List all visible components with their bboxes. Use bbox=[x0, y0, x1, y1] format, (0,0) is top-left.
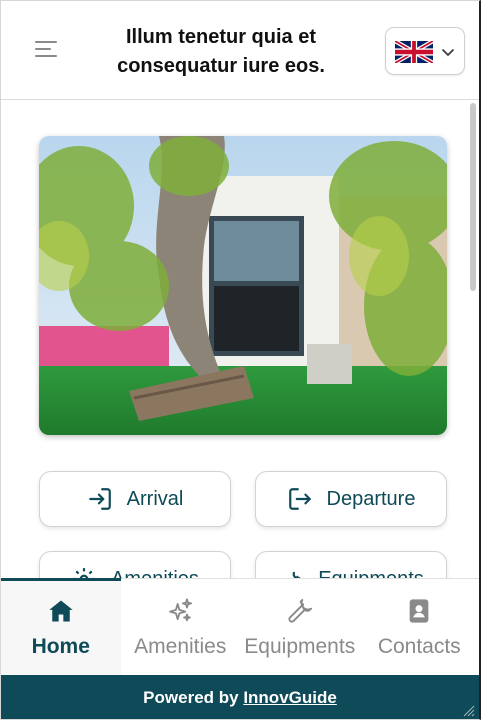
contact-book-icon bbox=[409, 599, 429, 623]
tab-home[interactable]: Home bbox=[1, 578, 121, 675]
tab-home-label: Home bbox=[31, 635, 90, 658]
resize-grip-icon bbox=[463, 705, 475, 717]
tab-equipments-label: Equipments bbox=[244, 635, 356, 658]
menu-icon[interactable] bbox=[35, 41, 59, 59]
property-photo bbox=[39, 136, 447, 435]
sign-in-icon bbox=[88, 488, 111, 510]
page-title: Illum tenetur quia et consequatur iure e… bbox=[117, 26, 325, 77]
footer-prefix: Powered by bbox=[143, 688, 244, 707]
app-frame: Illum tenetur quia et consequatur iure e… bbox=[0, 0, 481, 720]
departure-label: Departure bbox=[326, 487, 416, 510]
tab-amenities[interactable]: Amenities bbox=[121, 579, 241, 675]
uk-flag-icon bbox=[395, 41, 433, 63]
chevron-down-icon bbox=[442, 49, 454, 56]
home-icon bbox=[49, 600, 73, 622]
footer: Powered by InnovGuide bbox=[1, 675, 479, 719]
tab-equipments[interactable]: Equipments bbox=[240, 579, 360, 675]
scrollbar[interactable] bbox=[470, 103, 476, 291]
top-bar: Illum tenetur quia et consequatur iure e… bbox=[1, 1, 479, 100]
language-selector[interactable] bbox=[385, 27, 465, 75]
tab-contacts-label: Contacts bbox=[377, 635, 461, 658]
sign-out-icon bbox=[288, 488, 311, 510]
arrival-label: Arrival bbox=[126, 487, 184, 510]
tab-contacts[interactable]: Contacts bbox=[360, 579, 480, 675]
departure-button[interactable]: Departure bbox=[255, 471, 447, 527]
arrival-button[interactable]: Arrival bbox=[39, 471, 231, 527]
wrench-icon bbox=[288, 598, 312, 623]
innovguide-link[interactable]: InnovGuide bbox=[243, 688, 337, 707]
bottom-tab-bar: Home Amenities Equipments Contacts bbox=[1, 578, 479, 675]
tab-amenities-label: Amenities bbox=[134, 635, 227, 658]
sparkles-icon bbox=[169, 598, 193, 622]
